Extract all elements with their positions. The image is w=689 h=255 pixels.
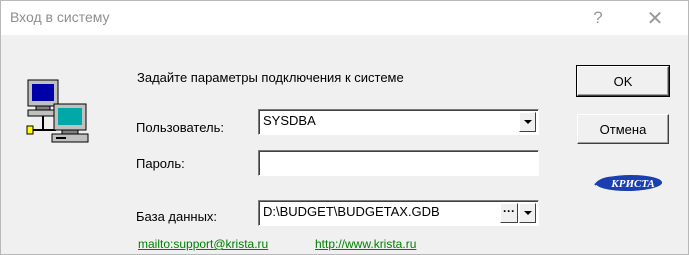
password-field[interactable] [258, 150, 539, 176]
ok-button-label: OK [613, 73, 633, 89]
dialog-body: Задайте параметры подключения к системе … [1, 35, 688, 254]
prompt-text: Задайте параметры подключения к системе [137, 70, 404, 85]
close-icon: ✕ [646, 7, 664, 30]
browse-button[interactable]: ··· [500, 203, 518, 223]
cancel-button[interactable]: Отмена [577, 114, 669, 144]
chevron-down-icon [523, 211, 532, 215]
user-value: SYSDBA [263, 113, 316, 128]
krista-logo: КРИСТА [594, 175, 663, 191]
database-dropdown-button[interactable] [519, 203, 536, 223]
login-dialog: Вход в систему ? ✕ Задайте параметры под… [0, 0, 689, 255]
help-icon: ? [593, 8, 603, 27]
database-label: База данных: [136, 209, 218, 224]
cancel-button-label: Отмена [599, 121, 647, 137]
website-link[interactable]: http://www.krista.ru [315, 237, 416, 251]
password-label: Пароль: [136, 156, 185, 171]
title-bar: Вход в систему ? ✕ [1, 1, 688, 35]
database-value: D:\BUDGET\BUDGETAX.GDB [263, 204, 440, 219]
user-dropdown-button[interactable] [519, 112, 536, 132]
user-label: Пользователь: [136, 120, 224, 135]
user-combobox[interactable]: SYSDBA [258, 109, 539, 135]
window-title: Вход в систему [10, 9, 110, 25]
networked-computers-icon [26, 79, 89, 143]
close-button[interactable]: ✕ [632, 1, 678, 35]
ok-button[interactable]: OK [576, 65, 670, 97]
logo-text: КРИСТА [610, 178, 654, 190]
help-button[interactable]: ? [575, 1, 621, 35]
chevron-down-icon [523, 120, 532, 124]
support-email-link[interactable]: mailto:support@krista.ru [138, 237, 268, 251]
database-combobox[interactable]: D:\BUDGET\BUDGETAX.GDB ··· [258, 200, 539, 226]
